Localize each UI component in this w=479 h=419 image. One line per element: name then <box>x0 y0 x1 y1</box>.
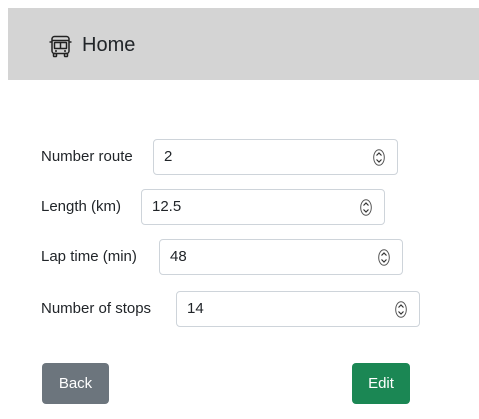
page-title: Home <box>82 34 136 56</box>
header-bar: Home <box>8 8 479 80</box>
lap-time-input[interactable]: 48 <box>159 239 403 275</box>
lap-time-label: Lap time (min) <box>41 248 137 265</box>
page: Home Number route 2 Length (km) 12.5 Lap… <box>0 0 479 419</box>
lap-time-value: 48 <box>170 248 187 265</box>
edit-button[interactable]: Edit <box>352 363 410 404</box>
number-route-input[interactable]: 2 <box>153 139 398 175</box>
number-stepper-icon[interactable] <box>395 301 407 318</box>
number-stepper-icon[interactable] <box>373 149 385 166</box>
length-input[interactable]: 12.5 <box>141 189 385 225</box>
number-of-stops-label: Number of stops <box>41 300 152 317</box>
number-stepper-icon[interactable] <box>360 199 372 216</box>
length-value: 12.5 <box>152 198 182 215</box>
number-route-label: Number route <box>41 148 133 165</box>
number-of-stops-value: 14 <box>187 300 204 317</box>
number-stepper-icon[interactable] <box>378 249 390 266</box>
number-of-stops-input[interactable]: 14 <box>176 291 420 327</box>
number-route-value: 2 <box>164 148 173 165</box>
back-button[interactable]: Back <box>42 363 109 404</box>
length-label: Length (km) <box>41 198 122 215</box>
bus-icon <box>49 35 72 58</box>
